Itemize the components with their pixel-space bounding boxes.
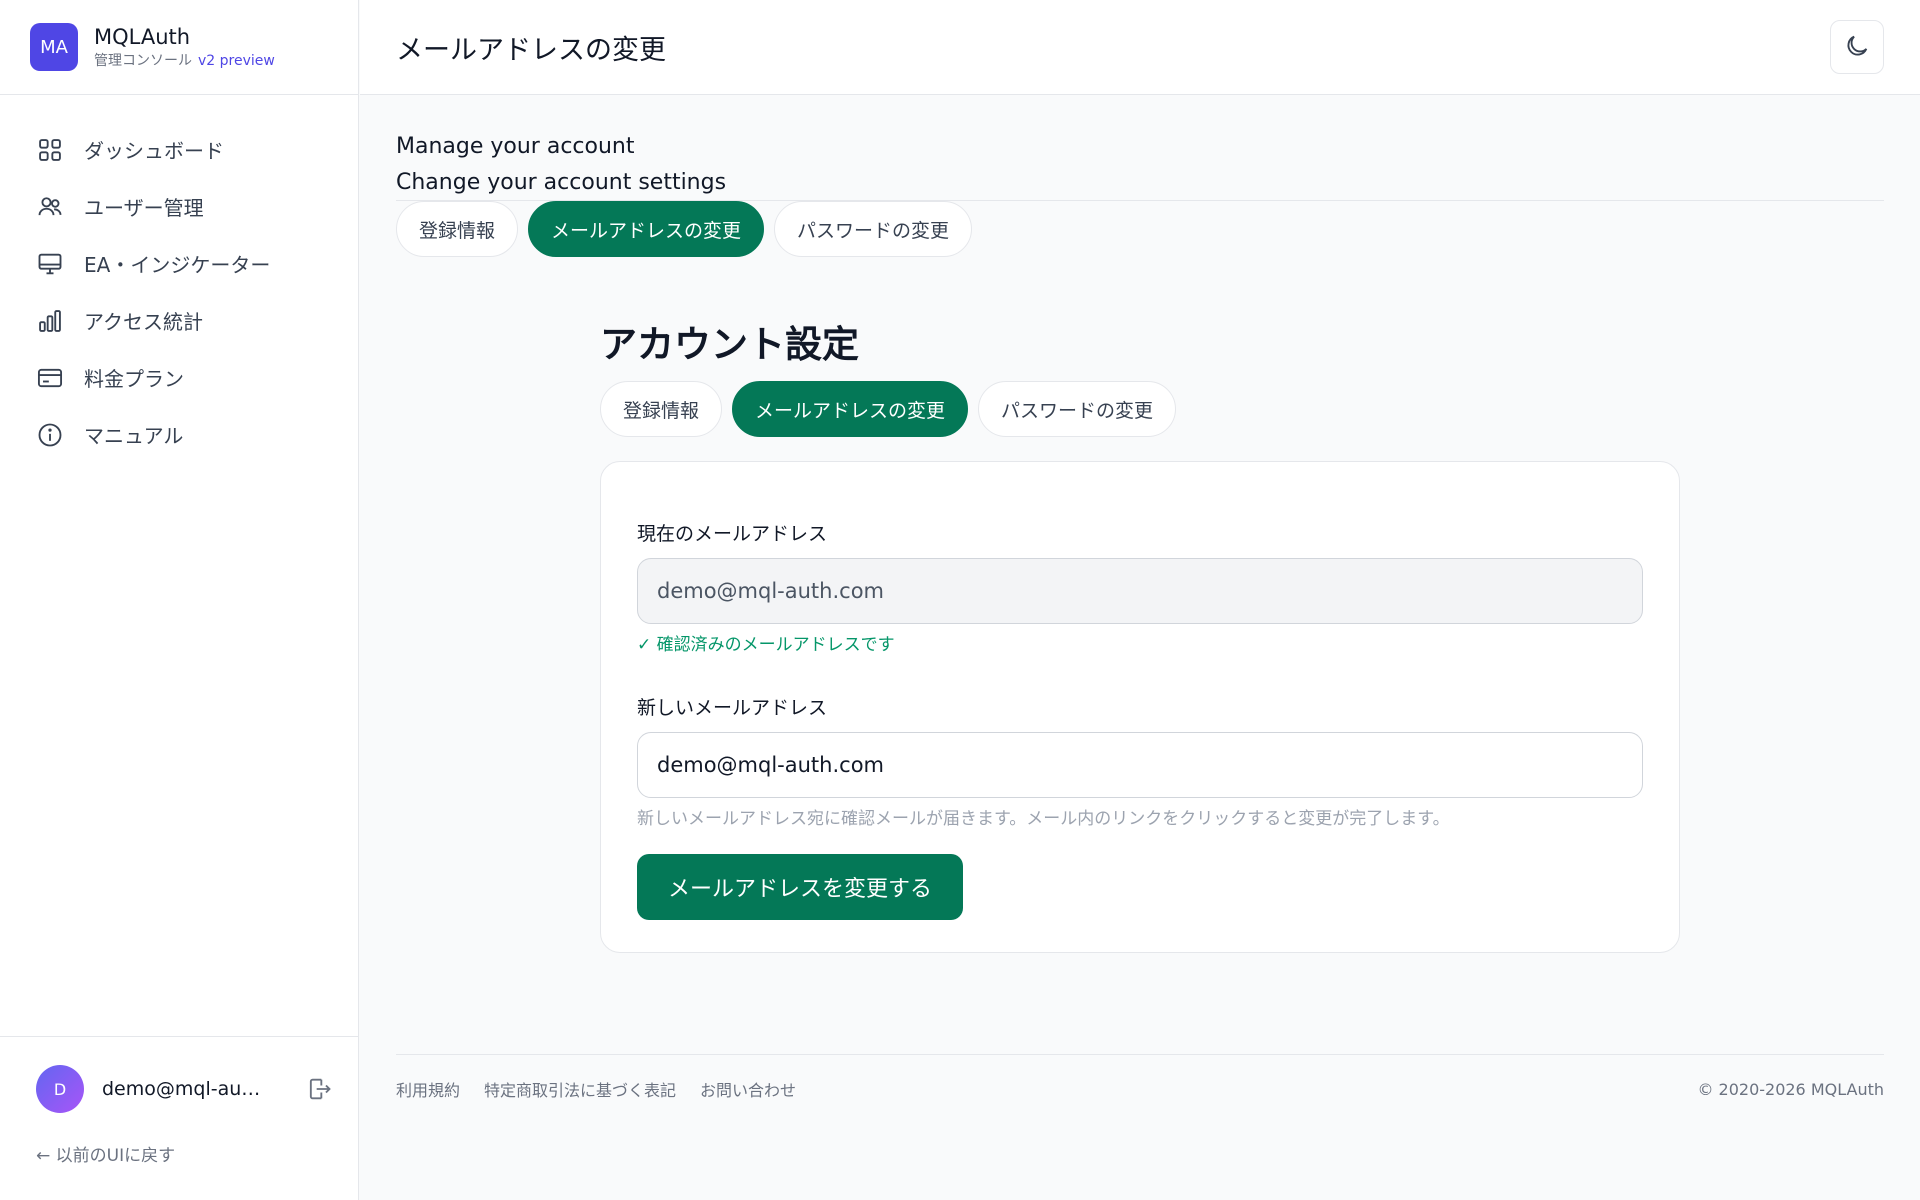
users-icon	[36, 193, 64, 221]
sidebar-item-label: アクセス統計	[84, 310, 203, 334]
brand-logo: MA	[30, 23, 78, 71]
main-content: Manage your account Change your account …	[360, 96, 1920, 1200]
logout-icon[interactable]	[305, 1075, 333, 1103]
brand-subtitle: 管理コンソール v2 preview	[94, 52, 275, 70]
tab-profile[interactable]: 登録情報	[396, 201, 519, 257]
account-settings-title: アカウント設定	[600, 323, 859, 366]
brand-subtitle-text: 管理コンソール	[94, 53, 192, 69]
user-row: D demo@mql-auth.com	[0, 1037, 359, 1141]
info-icon	[36, 421, 64, 449]
sidebar-item-label: EA・インジケーター	[84, 253, 271, 277]
sidebar-item-label: 料金プラン	[84, 367, 184, 391]
footer-link-contact[interactable]: お問い合わせ	[700, 1077, 796, 1101]
change-email-button[interactable]: メールアドレスを変更する	[637, 854, 964, 920]
sidebar-item-access-stats[interactable]: アクセス統計	[0, 292, 358, 349]
current-email-field: demo@mql-auth.com	[637, 558, 1643, 624]
user-email: demo@mql-auth.com	[102, 1078, 262, 1100]
avatar[interactable]: D	[36, 1065, 84, 1113]
tab-change-password[interactable]: パスワードの変更	[774, 201, 973, 257]
sidebar-item-users[interactable]: ユーザー管理	[0, 178, 358, 235]
credit-card-icon	[36, 364, 64, 392]
manage-subtitle: Change your account settings	[396, 170, 727, 195]
sidebar-item-dashboard[interactable]: ダッシュボード	[0, 121, 358, 178]
brand-name: MQLAuth	[94, 25, 191, 49]
page-title: メールアドレスの変更	[396, 34, 666, 66]
moon-icon	[1843, 32, 1871, 63]
new-email-hint: 新しいメールアドレス宛に確認メールが届きます。メール内のリンクをクリックすると変…	[637, 809, 1450, 829]
current-email-label: 現在のメールアドレス	[637, 523, 828, 545]
topbar: メールアドレスの変更	[360, 0, 1920, 95]
tab-change-email[interactable]: メールアドレスの変更	[528, 201, 765, 257]
monitor-icon	[36, 250, 64, 278]
back-to-old-ui-link[interactable]: ← 以前のUIに戻す	[0, 1141, 359, 1171]
verified-status: ✓ 確認済みのメールアドレスです	[637, 635, 895, 655]
account-settings-section: アカウント設定 登録情報 メールアドレスの変更 パスワードの変更 現在のメールア…	[600, 323, 1680, 953]
sidebar-item-pricing[interactable]: 料金プラン	[0, 349, 358, 406]
new-email-input[interactable]: demo@mql-auth.com	[637, 732, 1643, 798]
bar-chart-icon	[36, 307, 64, 335]
sidebar-item-label: ユーザー管理	[84, 196, 204, 220]
tab-profile[interactable]: 登録情報	[600, 381, 723, 437]
account-tabs-inner: 登録情報 メールアドレスの変更 パスワードの変更	[600, 381, 1680, 437]
manage-title: Manage your account	[396, 134, 635, 159]
account-tabs-top: 登録情報 メールアドレスの変更 パスワードの変更	[396, 201, 1884, 257]
sidebar: MA MQLAuth 管理コンソール v2 preview ダッシュボード ユー…	[0, 0, 359, 1200]
brand-text: MQLAuth 管理コンソール v2 preview	[94, 24, 275, 70]
change-email-card: 現在のメールアドレス demo@mql-auth.com ✓ 確認済みのメールア…	[600, 461, 1680, 953]
sidebar-item-label: マニュアル	[84, 424, 184, 448]
sidebar-item-manual[interactable]: マニュアル	[0, 406, 358, 463]
tab-change-password[interactable]: パスワードの変更	[978, 381, 1177, 437]
tab-change-email[interactable]: メールアドレスの変更	[732, 381, 969, 437]
new-email-label: 新しいメールアドレス	[637, 697, 828, 719]
sidebar-item-label: ダッシュボード	[84, 139, 224, 163]
brand[interactable]: MA MQLAuth 管理コンソール v2 preview	[0, 0, 358, 95]
grid-icon	[36, 136, 64, 164]
brand-version: v2 preview	[198, 53, 275, 69]
sidebar-nav: ダッシュボード ユーザー管理 EA・インジケーター アクセス統計 料金プラン マ…	[0, 95, 358, 463]
sidebar-footer: D demo@mql-auth.com ← 以前のUIに戻す	[0, 1036, 359, 1200]
footer-link-legal-notice[interactable]: 特定商取引法に基づく表記	[484, 1077, 676, 1101]
theme-toggle-button[interactable]	[1830, 20, 1884, 74]
copyright: © 2020-2026 MQLAuth	[1697, 1079, 1884, 1099]
page-footer: 利用規約 特定商取引法に基づく表記 お問い合わせ © 2020-2026 MQL…	[396, 1054, 1884, 1101]
footer-link-terms[interactable]: 利用規約	[396, 1077, 460, 1101]
sidebar-item-ea-indicator[interactable]: EA・インジケーター	[0, 235, 358, 292]
